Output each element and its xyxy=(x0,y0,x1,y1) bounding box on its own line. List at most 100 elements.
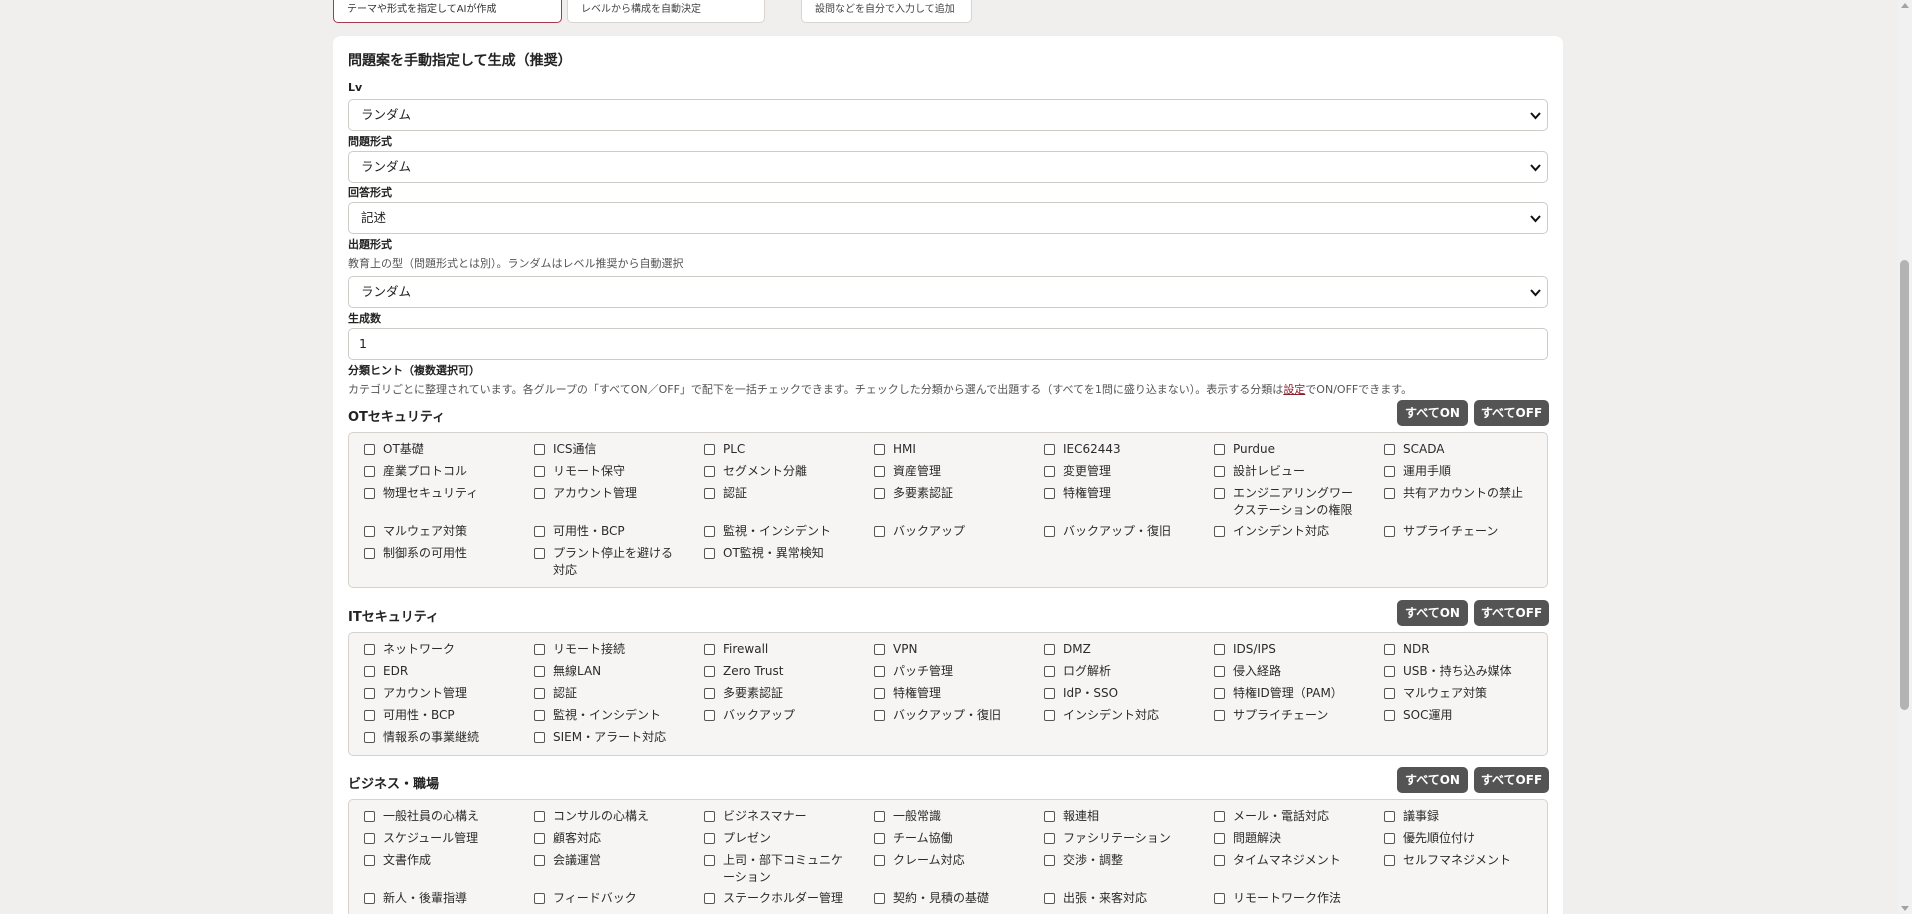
category-checkbox-item[interactable]: 物理セキュリティ xyxy=(364,485,514,502)
category-checkbox-item[interactable]: リモート保守 xyxy=(534,463,684,480)
category-checkbox-item[interactable]: サプライチェーン xyxy=(1384,523,1534,540)
category-checkbox-item[interactable]: チーム協働 xyxy=(874,830,1024,847)
checkbox[interactable] xyxy=(364,688,375,699)
category-checkbox-item[interactable]: OT基礎 xyxy=(364,441,514,458)
checkbox[interactable] xyxy=(1044,833,1055,844)
category-checkbox-item[interactable]: IEC62443 xyxy=(1044,441,1194,458)
checkbox[interactable] xyxy=(1214,893,1225,904)
checkbox[interactable] xyxy=(704,644,715,655)
category-checkbox-item[interactable]: メール・電話対応 xyxy=(1214,808,1364,825)
category-checkbox-item[interactable]: プラント停止を避ける対応 xyxy=(534,545,684,578)
category-checkbox-item[interactable]: 顧客対応 xyxy=(534,830,684,847)
checkbox[interactable] xyxy=(1214,526,1225,537)
checkbox[interactable] xyxy=(1214,444,1225,455)
category-checkbox-item[interactable]: タイムマネジメント xyxy=(1214,852,1364,869)
checkbox[interactable] xyxy=(534,688,545,699)
checkbox[interactable] xyxy=(364,855,375,866)
category-checkbox-item[interactable]: スケジュール管理 xyxy=(364,830,514,847)
category-checkbox-item[interactable]: 一般常識 xyxy=(874,808,1024,825)
checkbox[interactable] xyxy=(364,444,375,455)
checkbox[interactable] xyxy=(704,893,715,904)
checkbox[interactable] xyxy=(1384,666,1395,677)
category-checkbox-item[interactable]: マルウェア対策 xyxy=(1384,685,1534,702)
category-checkbox-item[interactable]: 共有アカウントの禁止 xyxy=(1384,485,1534,502)
checkbox[interactable] xyxy=(534,893,545,904)
category-checkbox-item[interactable]: 可用性・BCP xyxy=(364,707,514,724)
category-checkbox-item[interactable]: ファシリテーション xyxy=(1044,830,1194,847)
category-checkbox-item[interactable]: インシデント対応 xyxy=(1214,523,1364,540)
lv-select[interactable]: ランダム xyxy=(348,99,1548,131)
category-checkbox-item[interactable]: アカウント管理 xyxy=(534,485,684,502)
category-checkbox-item[interactable]: クレーム対応 xyxy=(874,852,1024,869)
category-checkbox-item[interactable]: ネットワーク xyxy=(364,641,514,658)
checkbox[interactable] xyxy=(1044,488,1055,499)
category-checkbox-item[interactable]: 多要素認証 xyxy=(704,685,854,702)
category-checkbox-item[interactable]: VPN xyxy=(874,641,1024,658)
checkbox[interactable] xyxy=(1044,855,1055,866)
category-checkbox-item[interactable]: NDR xyxy=(1384,641,1534,658)
category-checkbox-item[interactable]: バックアップ xyxy=(704,707,854,724)
category-checkbox-item[interactable]: 文書作成 xyxy=(364,852,514,869)
checkbox[interactable] xyxy=(534,666,545,677)
checkbox[interactable] xyxy=(1044,893,1055,904)
checkbox[interactable] xyxy=(534,644,545,655)
category-checkbox-item[interactable]: SOC運用 xyxy=(1384,707,1534,724)
category-checkbox-item[interactable]: PLC xyxy=(704,441,854,458)
category-checkbox-item[interactable]: 認証 xyxy=(704,485,854,502)
checkbox[interactable] xyxy=(874,644,885,655)
checkbox[interactable] xyxy=(1044,644,1055,655)
checkbox[interactable] xyxy=(1384,855,1395,866)
category-checkbox-item[interactable]: OT監視・異常検知 xyxy=(704,545,854,562)
category-checkbox-item[interactable]: 監視・インシデント xyxy=(534,707,684,724)
category-checkbox-item[interactable]: 特権管理 xyxy=(1044,485,1194,502)
category-checkbox-item[interactable]: マルウェア対策 xyxy=(364,523,514,540)
checkbox[interactable] xyxy=(1214,855,1225,866)
category-checkbox-item[interactable]: 新人・後輩指導 xyxy=(364,890,514,907)
checkbox[interactable] xyxy=(534,488,545,499)
checkbox[interactable] xyxy=(364,488,375,499)
checkbox[interactable] xyxy=(874,833,885,844)
category-checkbox-item[interactable]: 議事録 xyxy=(1384,808,1534,825)
checkbox[interactable] xyxy=(364,666,375,677)
checkbox[interactable] xyxy=(874,710,885,721)
category-checkbox-item[interactable]: EDR xyxy=(364,663,514,680)
category-checkbox-item[interactable]: プレゼン xyxy=(704,830,854,847)
category-checkbox-item[interactable]: 優先順位付け xyxy=(1384,830,1534,847)
checkbox[interactable] xyxy=(534,526,545,537)
category-checkbox-item[interactable]: 会議運営 xyxy=(534,852,684,869)
checkbox[interactable] xyxy=(364,710,375,721)
category-checkbox-item[interactable]: セグメント分離 xyxy=(704,463,854,480)
checkbox[interactable] xyxy=(704,666,715,677)
category-checkbox-item[interactable]: 問題解決 xyxy=(1214,830,1364,847)
checkbox[interactable] xyxy=(874,666,885,677)
all-on-button-business[interactable]: すべてON xyxy=(1397,767,1468,793)
scroll-down-arrow-icon[interactable] xyxy=(1901,906,1909,911)
checkbox[interactable] xyxy=(704,444,715,455)
all-off-button-it[interactable]: すべてOFF xyxy=(1474,600,1549,626)
category-checkbox-item[interactable]: 認証 xyxy=(534,685,684,702)
checkbox[interactable] xyxy=(1214,811,1225,822)
checkbox[interactable] xyxy=(704,833,715,844)
category-checkbox-item[interactable]: バックアップ・復旧 xyxy=(1044,523,1194,540)
checkbox[interactable] xyxy=(704,466,715,477)
category-checkbox-item[interactable]: USB・持ち込み媒体 xyxy=(1384,663,1534,680)
category-checkbox-item[interactable]: Purdue xyxy=(1214,441,1364,458)
category-checkbox-item[interactable]: サプライチェーン xyxy=(1214,707,1364,724)
category-checkbox-item[interactable]: 契約・見積の基礎 xyxy=(874,890,1024,907)
checkbox[interactable] xyxy=(364,811,375,822)
answer-type-select[interactable]: 記述 xyxy=(348,202,1548,234)
category-checkbox-item[interactable]: 一般社員の心構え xyxy=(364,808,514,825)
category-checkbox-item[interactable]: IdP・SSO xyxy=(1044,685,1194,702)
checkbox[interactable] xyxy=(1214,710,1225,721)
category-checkbox-item[interactable]: ログ解析 xyxy=(1044,663,1194,680)
checkbox[interactable] xyxy=(534,444,545,455)
checkbox[interactable] xyxy=(874,811,885,822)
checkbox[interactable] xyxy=(704,811,715,822)
category-checkbox-item[interactable]: 制御系の可用性 xyxy=(364,545,514,562)
category-checkbox-item[interactable]: Firewall xyxy=(704,641,854,658)
category-checkbox-item[interactable]: セルフマネジメント xyxy=(1384,852,1534,869)
checkbox[interactable] xyxy=(1044,688,1055,699)
checkbox[interactable] xyxy=(364,833,375,844)
settings-link[interactable]: 設定 xyxy=(1283,383,1305,396)
checkbox[interactable] xyxy=(534,548,545,559)
